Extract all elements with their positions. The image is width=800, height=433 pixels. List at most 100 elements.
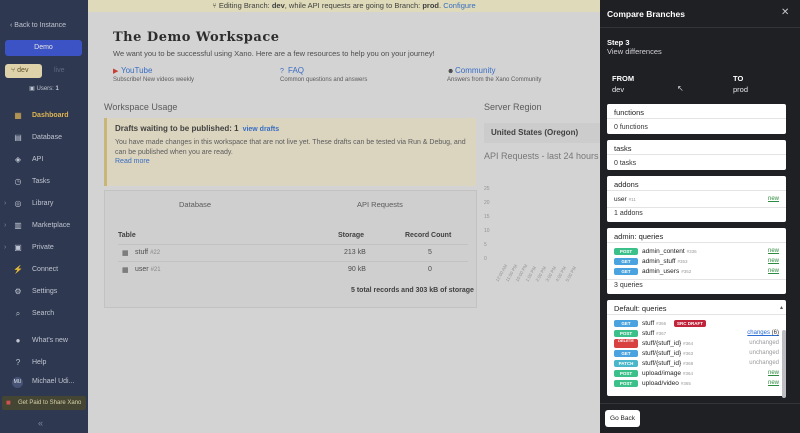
- item-id: #363: [683, 351, 694, 356]
- divider: [607, 190, 786, 191]
- diff-status-label: changes: [747, 330, 770, 336]
- from-value: dev: [612, 85, 625, 94]
- sidebar-item-dashboard[interactable]: ▦ Dashboard: [0, 108, 88, 124]
- question-icon: ?: [280, 68, 284, 75]
- resource-title: Community: [455, 66, 496, 75]
- sidebar-item-label: Marketplace: [32, 222, 71, 229]
- tab-api-requests[interactable]: API Requests: [357, 200, 403, 209]
- sidebar-item-label: Settings: [32, 288, 58, 295]
- item-name: admin_users: [642, 268, 680, 275]
- diff-status: unchanged: [749, 360, 779, 366]
- sidebar-item-label: Library: [32, 200, 54, 207]
- youtube-icon: ▶: [113, 68, 119, 75]
- http-verb-badge: GET: [614, 258, 638, 265]
- table-row[interactable]: ▦ stuff #22 213 kB 5: [118, 244, 468, 261]
- diff-row[interactable]: GET admin_stuff #353 new: [614, 257, 779, 267]
- view-drafts-link[interactable]: view drafts: [243, 126, 280, 133]
- diff-row[interactable]: DELETE stuff/{stuff_id} #364 unchanged: [614, 338, 779, 349]
- database-icon: ▤: [14, 133, 22, 142]
- back-label: Back to Instance: [14, 22, 67, 29]
- diff-status-label: new: [767, 268, 779, 274]
- sidebar-item-library[interactable]: › ◎ Library: [0, 196, 88, 212]
- dashboard-icon: ▦: [14, 111, 22, 120]
- branch-direction: FROM dev ↖ TO prod: [607, 66, 787, 100]
- tab-database[interactable]: Database: [179, 200, 211, 209]
- diff-status-label: new: [767, 248, 779, 254]
- sidebar-item-michael-udi[interactable]: MU Michael Udi...: [0, 374, 88, 390]
- diff-status[interactable]: new: [768, 196, 779, 202]
- resource-faq[interactable]: ? FAQ Common questions and answers: [280, 66, 367, 83]
- sidebar-item-connect[interactable]: ⚡ Connect: [0, 262, 88, 278]
- resource-youtube[interactable]: ▶ YouTube Subscribe! New videos weekly: [113, 66, 194, 83]
- diff-status[interactable]: new: [768, 248, 779, 254]
- sidebar-item-marketplace[interactable]: › ▥ Marketplace: [0, 218, 88, 234]
- branch-live-pill[interactable]: live: [46, 64, 82, 78]
- sidebar-item-help[interactable]: ? Help: [0, 355, 88, 371]
- diff-status: unchanged: [749, 350, 779, 356]
- community-icon: ☻: [447, 68, 455, 75]
- sidebar-item-label: What's new: [32, 337, 68, 344]
- back-to-instance-link[interactable]: ‹ Back to Instance: [10, 22, 66, 29]
- diff-item-name: admin_users #352: [642, 268, 691, 275]
- diff-row[interactable]: GET stuff/{stuff_id} #363 unchanged: [614, 349, 779, 359]
- workspace-button[interactable]: Demo: [5, 40, 82, 56]
- item-name: stuff/{stuff_id}: [642, 340, 682, 347]
- read-more-link[interactable]: Read more: [115, 158, 468, 165]
- diff-row[interactable]: GET stuff #366 SRC DRAFT: [614, 319, 779, 329]
- branch-dev-pill[interactable]: ⑂ dev: [5, 64, 42, 78]
- sidebar-item-database[interactable]: ▤ Database: [0, 130, 88, 146]
- collapse-sidebar-icon[interactable]: «: [38, 418, 43, 428]
- collapse-icon[interactable]: ▴: [780, 304, 783, 311]
- diff-status[interactable]: new: [768, 380, 779, 386]
- diff-status[interactable]: changes (6): [747, 330, 779, 336]
- sidebar-item-tasks[interactable]: ◷ Tasks: [0, 174, 88, 190]
- configure-link[interactable]: Configure: [443, 1, 476, 10]
- scrollbar[interactable]: [782, 330, 786, 398]
- diff-row[interactable]: GET admin_users #352 new: [614, 267, 779, 277]
- go-back-button[interactable]: Go Back: [605, 410, 640, 427]
- promo-banner[interactable]: ■ Get Paid to Share Xano: [2, 396, 86, 410]
- sidebar-item-settings[interactable]: ⚙ Settings: [0, 284, 88, 300]
- diff-status[interactable]: new: [768, 258, 779, 264]
- diff-row[interactable]: user #11 new: [614, 195, 779, 205]
- close-icon[interactable]: ✕: [781, 7, 789, 18]
- differences-list[interactable]: functions 0 functions tasks 0 tasks addons us…: [607, 104, 787, 404]
- diff-item-name: upload/image #364: [642, 370, 693, 377]
- item-id: #364: [683, 371, 694, 376]
- sidebar-item-what-s-new[interactable]: ● What's new: [0, 333, 88, 349]
- sidebar-item-search[interactable]: ⌕ Search: [0, 306, 88, 322]
- diff-item-name: upload/video #365: [642, 380, 691, 387]
- http-verb-badge: DELETE: [614, 338, 638, 348]
- diff-row[interactable]: POST admin_content #336 new: [614, 247, 779, 257]
- diff-status-label: new: [767, 258, 779, 264]
- diff-row[interactable]: POST upload/video #365 new: [614, 379, 779, 389]
- diff-status[interactable]: new: [768, 370, 779, 376]
- diff-row[interactable]: POST upload/image #364 new: [614, 369, 779, 379]
- column-storage: Storage: [338, 232, 365, 239]
- resource-desc: Answers from the Xano Community: [447, 77, 542, 83]
- sidebar-item-label: Search: [32, 310, 55, 317]
- banner-middle: , while API requests are going to Branch…: [284, 1, 421, 10]
- item-name: upload/video: [642, 380, 679, 387]
- divider: [607, 154, 786, 155]
- diff-row[interactable]: PATCH stuff/{stuff_id} #368 unchanged: [614, 359, 779, 369]
- region-heading: Server Region: [484, 102, 542, 112]
- chevron-right-icon: ›: [4, 200, 7, 207]
- resource-community[interactable]: ☻Community Answers from the Xano Communi…: [447, 66, 541, 83]
- diff-item-name: stuff #367: [642, 330, 666, 337]
- src-draft-badge: SRC DRAFT: [674, 320, 706, 327]
- section-count: 1 addons: [614, 210, 643, 217]
- http-verb-badge: GET: [614, 320, 638, 327]
- usage-card: Database API Requests Table Storage Reco…: [104, 190, 477, 308]
- diff-row[interactable]: POST stuff #367 changes (6): [614, 329, 779, 339]
- news-icon: ●: [15, 336, 21, 345]
- table-row[interactable]: ▦ user #21 90 kB 0: [118, 261, 468, 278]
- sidebar-item-private[interactable]: › ▣ Private: [0, 240, 88, 256]
- section-count: 0 functions: [614, 124, 648, 131]
- section-count: 0 tasks: [614, 160, 637, 167]
- divider: [607, 118, 786, 119]
- table-count: 0: [428, 266, 432, 273]
- chevron-right-icon: ›: [4, 244, 7, 251]
- sidebar-item-api[interactable]: ◈ API: [0, 152, 88, 168]
- diff-status[interactable]: new: [768, 268, 779, 274]
